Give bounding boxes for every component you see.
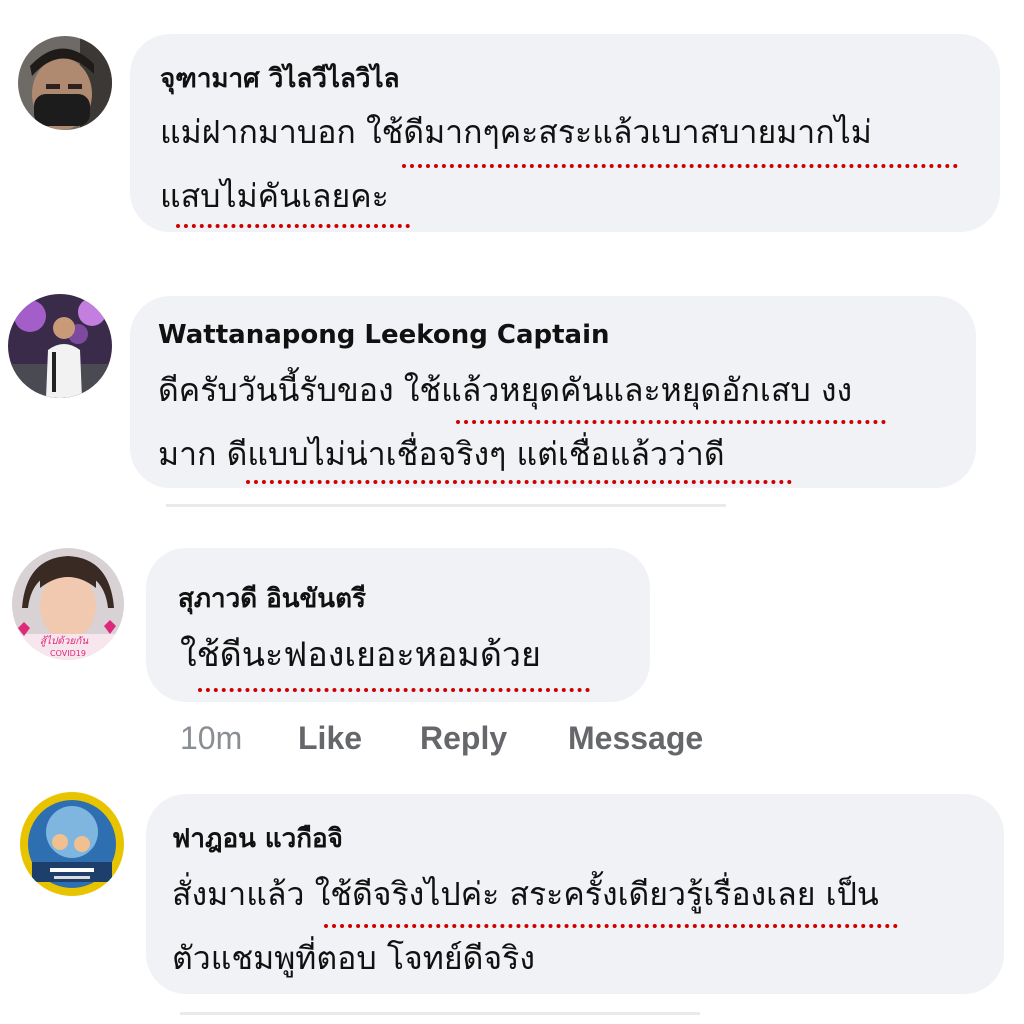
highlight-underline	[324, 924, 898, 928]
user-photo-icon	[8, 294, 112, 398]
comment-bubble	[146, 548, 650, 702]
comment-text-line: สั่งมาแล้ว ใช้ดีจริงไปค่ะ สระครั้งเดียวร…	[172, 875, 879, 913]
avatar[interactable]	[8, 294, 112, 398]
user-photo-icon: สู้ไปด้วยกัน COVID19	[12, 548, 124, 660]
comment-author[interactable]: Wattanapong Leekong Captain	[158, 322, 610, 348]
comment-text-line: ใช้ดีนะฟองเยอะหอมด้วย	[180, 635, 541, 675]
highlight-underline	[246, 480, 792, 484]
highlight-underline	[198, 688, 590, 692]
highlight-underline	[402, 164, 958, 168]
highlight-underline	[176, 224, 410, 228]
user-photo-icon	[18, 36, 112, 130]
like-button[interactable]: Like	[298, 722, 362, 754]
comment-text-line: มาก ดีแบบไม่น่าเชื่อจริงๆ แต่เชื่อแล้วว่…	[158, 435, 725, 473]
comment-text-line: แม่ฝากมาบอก ใช้ดีมากๆคะสระแล้วเบาสบายมาก…	[160, 113, 872, 151]
comment-author[interactable]: สุภาวดี อินขันตรี	[178, 586, 366, 612]
avatar[interactable]	[20, 792, 124, 896]
cutoff-action-row	[166, 504, 726, 507]
user-photo-icon	[20, 792, 124, 896]
comment-text-line: ดีครับวันนี้รับของ ใช้แล้วหยุดคันและหยุด…	[158, 371, 853, 409]
comment-author[interactable]: จุฑามาศ วิไลวีไลวิไล	[160, 66, 400, 92]
comment-text-line: แสบไม่คันเลยคะ	[160, 177, 389, 215]
message-button[interactable]: Message	[568, 722, 703, 754]
reply-button[interactable]: Reply	[420, 722, 507, 754]
comment-author[interactable]: ฟาฎอน แวกือจิ	[172, 826, 343, 852]
comment-timestamp: 10m	[180, 720, 243, 756]
comment-text-line: ตัวแชมพูที่ตอบ โจทย์ดีจริง	[172, 939, 535, 977]
avatar[interactable]	[18, 36, 112, 130]
comment-thread: จุฑามาศ วิไลวีไลวิไล แม่ฝากมาบอก ใช้ดีมา…	[0, 0, 1024, 1024]
cutoff-action-row	[180, 1012, 700, 1015]
highlight-underline	[456, 420, 886, 424]
avatar[interactable]: สู้ไปด้วยกัน COVID19	[12, 548, 124, 660]
avatar-frame-text: COVID19	[50, 649, 86, 658]
svg-text:สู้ไปด้วยกัน: สู้ไปด้วยกัน	[40, 635, 90, 647]
